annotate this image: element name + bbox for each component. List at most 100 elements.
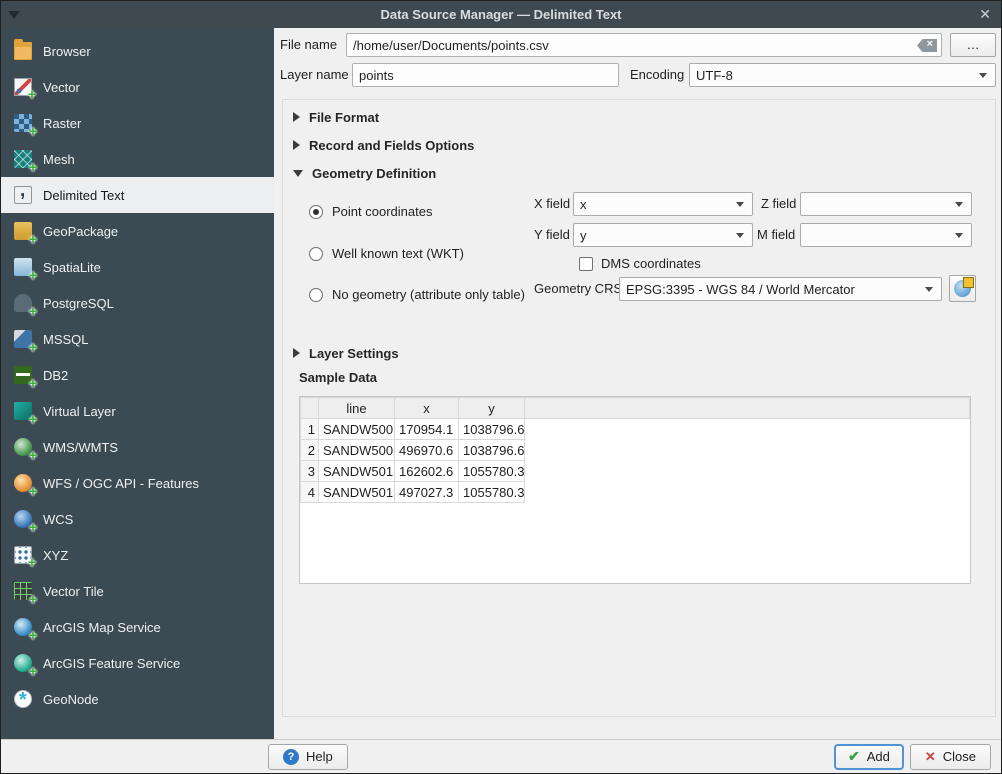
window-close-icon[interactable]: ✕ xyxy=(979,1,991,28)
column-header-line[interactable]: line xyxy=(319,398,395,419)
dms-coordinates-checkbox[interactable]: DMS coordinates xyxy=(579,256,701,271)
window-menu-icon[interactable] xyxy=(8,11,20,19)
x-field-select[interactable]: x xyxy=(573,192,753,216)
sidebar-item-arcgis-map-service[interactable]: ArcGIS Map Service xyxy=(1,609,274,645)
column-header-y[interactable]: y xyxy=(459,398,525,419)
add-button[interactable]: ✔ Add xyxy=(834,744,904,770)
encoding-select[interactable]: UTF-8 xyxy=(689,63,996,87)
vector-tile-icon xyxy=(14,582,32,600)
radio-point-coordinates[interactable]: Point coordinates xyxy=(309,204,432,219)
geopackage-icon xyxy=(14,222,32,240)
close-button[interactable]: ✕ Close xyxy=(910,744,991,770)
sidebar-item-vector-tile[interactable]: Vector Tile xyxy=(1,573,274,609)
sidebar-item-wms-wmts[interactable]: WMS/WMTS xyxy=(1,429,274,465)
z-field-label: Z field xyxy=(761,192,796,216)
radio-no-geometry[interactable]: No geometry (attribute only table) xyxy=(309,287,525,302)
sidebar-item-label: WFS / OGC API - Features xyxy=(43,476,199,491)
sample-table-body: 1SANDW500170954.11038796.62SANDW50049697… xyxy=(301,419,970,503)
wms-icon xyxy=(14,438,32,456)
cell: 1038796.6 xyxy=(459,419,525,440)
cell: SANDW500 xyxy=(319,440,395,461)
column-header-x[interactable]: x xyxy=(395,398,459,419)
z-field-select[interactable] xyxy=(800,192,972,216)
cell: 496970.6 xyxy=(395,440,459,461)
sidebar-item-delimited-text[interactable]: Delimited Text xyxy=(1,177,274,213)
x-field-value: x xyxy=(580,197,730,212)
geometry-crs-label: Geometry CRS xyxy=(534,277,622,301)
section-header-file-format[interactable]: File Format xyxy=(293,108,379,126)
expanded-arrow-icon xyxy=(293,170,303,177)
sidebar-item-label: WMS/WMTS xyxy=(43,440,118,455)
spatialite-icon xyxy=(14,258,32,276)
y-field-select[interactable]: y xyxy=(573,223,753,247)
sidebar-item-label: MSSQL xyxy=(43,332,89,347)
cell-filler xyxy=(525,440,970,461)
m-field-select[interactable] xyxy=(800,223,972,247)
sidebar-item-label: Vector xyxy=(43,80,80,95)
sidebar-item-xyz[interactable]: XYZ xyxy=(1,537,274,573)
row-number: 3 xyxy=(301,461,319,482)
sample-data-title: Sample Data xyxy=(299,370,377,385)
window-title: Data Source Manager — Delimited Text xyxy=(1,7,1001,22)
sidebar-item-raster[interactable]: Raster xyxy=(1,105,274,141)
sidebar-item-wfs-ogc-api-features[interactable]: WFS / OGC API - Features xyxy=(1,465,274,501)
row-number: 2 xyxy=(301,440,319,461)
chevron-down-icon xyxy=(979,73,987,78)
file-name-label: File name xyxy=(280,33,337,57)
row-number: 1 xyxy=(301,419,319,440)
cell-filler xyxy=(525,419,970,440)
section-header-layer-settings[interactable]: Layer Settings xyxy=(293,344,399,362)
sidebar-item-label: Vector Tile xyxy=(43,584,104,599)
section-header-geometry-definition[interactable]: Geometry Definition xyxy=(293,164,436,182)
arcgis-feature-icon xyxy=(14,654,32,672)
encoding-value: UTF-8 xyxy=(696,68,973,83)
sidebar-item-geopackage[interactable]: GeoPackage xyxy=(1,213,274,249)
arcgis-map-icon xyxy=(14,618,32,636)
sidebar-item-label: SpatiaLite xyxy=(43,260,101,275)
wfs-icon xyxy=(14,474,32,492)
options-scroll-area: File Format Record and Fields Options Ge… xyxy=(282,99,996,717)
xyz-icon xyxy=(14,546,32,564)
sidebar-item-vector[interactable]: Vector xyxy=(1,69,274,105)
layer-name-label: Layer name xyxy=(280,63,349,87)
geonode-icon xyxy=(14,690,32,708)
sidebar-item-spatialite[interactable]: SpatiaLite xyxy=(1,249,274,285)
add-check-icon: ✔ xyxy=(848,748,860,765)
select-crs-button[interactable] xyxy=(949,275,976,302)
wcs-icon xyxy=(14,510,32,528)
sidebar-item-geonode[interactable]: GeoNode xyxy=(1,681,274,717)
sidebar-item-arcgis-feature-service[interactable]: ArcGIS Feature Service xyxy=(1,645,274,681)
sidebar-item-browser[interactable]: Browser xyxy=(1,33,274,69)
vector-icon xyxy=(14,78,32,96)
add-button-label: Add xyxy=(867,749,890,764)
cell: 1055780.3 xyxy=(459,461,525,482)
layer-name-input[interactable] xyxy=(352,63,619,87)
sidebar-item-mesh[interactable]: Mesh xyxy=(1,141,274,177)
file-name-input[interactable] xyxy=(346,33,942,57)
sample-data-table: linexy 1SANDW500170954.11038796.62SANDW5… xyxy=(299,396,971,584)
table-corner-header xyxy=(301,398,319,419)
sidebar-item-db2[interactable]: DB2 xyxy=(1,357,274,393)
chevron-down-icon xyxy=(925,287,933,292)
raster-icon xyxy=(14,114,32,132)
radio-label: Well known text (WKT) xyxy=(332,246,464,261)
table-header-filler xyxy=(525,398,970,419)
cell: 162602.6 xyxy=(395,461,459,482)
geometry-crs-value: EPSG:3395 - WGS 84 / World Mercator xyxy=(626,282,919,297)
sidebar-item-label: GeoNode xyxy=(43,692,99,707)
sidebar-item-mssql[interactable]: MSSQL xyxy=(1,321,274,357)
chevron-down-icon xyxy=(955,233,963,238)
sidebar-item-wcs[interactable]: WCS xyxy=(1,501,274,537)
sidebar-item-virtual-layer[interactable]: Virtual Layer xyxy=(1,393,274,429)
browse-file-button[interactable]: … xyxy=(950,33,996,57)
radio-well-known-text[interactable]: Well known text (WKT) xyxy=(309,246,464,261)
sidebar-item-postgresql[interactable]: PostgreSQL xyxy=(1,285,274,321)
sidebar-item-label: ArcGIS Feature Service xyxy=(43,656,180,671)
geometry-crs-select[interactable]: EPSG:3395 - WGS 84 / World Mercator xyxy=(619,277,942,301)
close-button-label: Close xyxy=(943,749,976,764)
help-button[interactable]: ? Help xyxy=(268,744,348,770)
section-header-record-fields[interactable]: Record and Fields Options xyxy=(293,136,474,154)
sidebar-item-label: GeoPackage xyxy=(43,224,118,239)
chevron-down-icon xyxy=(955,202,963,207)
radio-icon xyxy=(309,205,323,219)
